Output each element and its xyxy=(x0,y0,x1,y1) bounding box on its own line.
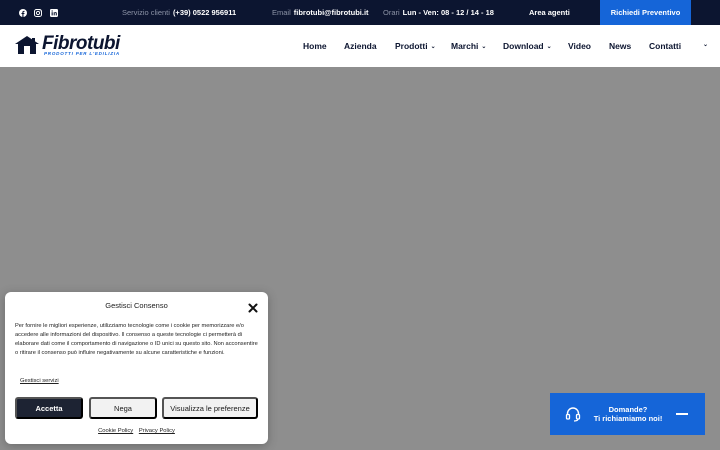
richiedi-preventivo-button[interactable]: Richiedi Preventivo xyxy=(600,0,691,25)
accept-button[interactable]: Accetta xyxy=(15,397,83,419)
manage-services-link[interactable]: Gestisci servizi xyxy=(20,378,59,384)
facebook-icon[interactable] xyxy=(18,8,27,17)
phone-info: Servizio clienti (+39) 0522 956911 xyxy=(122,8,236,17)
cookie-consent-dialog: Gestisci Consenso Per fornire le miglior… xyxy=(5,292,268,444)
callback-widget[interactable]: Domande? Ti richiamiamo noi! xyxy=(550,393,705,435)
hours-label: Orari xyxy=(383,8,400,17)
chevron-down-icon: ⌄ xyxy=(546,43,552,50)
area-agenti-link[interactable]: Area agenti xyxy=(529,8,570,17)
chevron-down-icon: ⌄ xyxy=(430,43,436,50)
nav-video-label: Video xyxy=(568,41,591,51)
callback-text: Domande? Ti richiamiamo noi! xyxy=(586,405,670,423)
nav-video[interactable]: Video xyxy=(568,41,591,51)
cookie-policy-link[interactable]: Cookie Policy xyxy=(98,428,133,434)
callback-line1: Domande? xyxy=(608,405,648,414)
nav-marchi[interactable]: Marchi ⌄ xyxy=(451,41,486,51)
privacy-policy-link[interactable]: Privacy Policy xyxy=(139,428,175,434)
deny-button[interactable]: Nega xyxy=(89,397,157,419)
nav-home[interactable]: Home xyxy=(303,41,327,51)
linkedin-icon[interactable] xyxy=(49,8,58,17)
headset-icon xyxy=(565,407,581,422)
email-label: Email xyxy=(272,8,291,17)
nav-prodotti[interactable]: Prodotti ⌄ xyxy=(395,41,436,51)
nav-contatti-label: Contatti xyxy=(649,41,682,51)
nav-download-label: Download xyxy=(503,41,544,51)
hours-info: Orari Lun - Ven: 08 - 12 / 14 - 18 xyxy=(383,8,494,17)
nav-prodotti-label: Prodotti xyxy=(395,41,428,51)
nav-marchi-label: Marchi xyxy=(451,41,479,51)
nav-more-dropdown[interactable]: ⌄ xyxy=(700,41,708,48)
callback-line2: Ti richiamiamo noi! xyxy=(593,414,663,423)
nav-news[interactable]: News xyxy=(609,41,631,51)
nav-news-label: News xyxy=(609,41,632,51)
nav-azienda[interactable]: Azienda xyxy=(344,41,377,51)
policy-links: Cookie Policy Privacy Policy xyxy=(5,428,268,434)
main-header: Fibrotubi PRODOTTI PER L'EDILIZIA Home A… xyxy=(0,25,720,67)
instagram-icon[interactable] xyxy=(33,8,42,17)
logo-tagline: PRODOTTI PER L'EDILIZIA xyxy=(44,51,120,56)
hours-value: Lun - Ven: 08 - 12 / 14 - 18 xyxy=(402,8,494,17)
consent-title: Gestisci Consenso xyxy=(105,301,168,310)
nav-download[interactable]: Download ⌄ xyxy=(503,41,552,51)
nav-home-label: Home xyxy=(303,41,327,51)
nav-contatti[interactable]: Contatti xyxy=(649,41,681,51)
view-preferences-button[interactable]: Visualizza le preferenze xyxy=(162,397,258,419)
close-icon[interactable] xyxy=(248,300,258,313)
top-bar: Servizio clienti (+39) 0522 956911 Email f… xyxy=(0,0,720,25)
email-info: Email fibrotubi@fibrotubi.it xyxy=(272,8,369,17)
phone-number[interactable]: (+39) 0522 956911 xyxy=(173,8,236,17)
logo[interactable]: Fibrotubi PRODOTTI PER L'EDILIZIA xyxy=(14,33,142,57)
consent-text: Per fornire le migliori esperienze, util… xyxy=(15,323,258,356)
nav-azienda-label: Azienda xyxy=(344,41,377,51)
phone-label: Servizio clienti xyxy=(122,8,170,17)
chevron-down-icon: ⌄ xyxy=(481,43,487,50)
email-address[interactable]: fibrotubi@fibrotubi.it xyxy=(294,8,369,17)
house-logo-icon xyxy=(15,36,39,54)
chevron-down-icon: ⌄ xyxy=(703,42,709,48)
minimize-icon[interactable] xyxy=(676,413,688,415)
